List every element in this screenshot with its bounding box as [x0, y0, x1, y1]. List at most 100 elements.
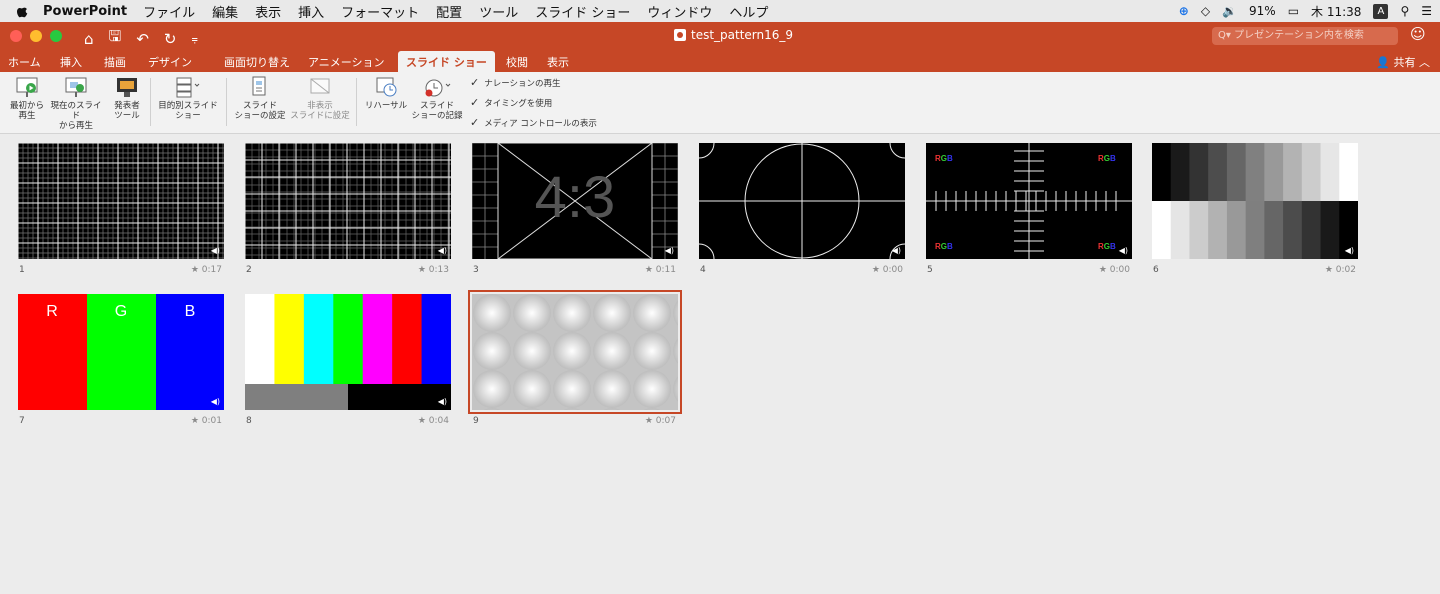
from-current-label-2: から再生 [58, 121, 93, 131]
pattern-bar [1226, 201, 1247, 259]
play-from-current-icon [65, 77, 87, 97]
slide-time-9: 0:07 [655, 416, 676, 426]
tab-transitions[interactable]: 画面切り替え [224, 54, 290, 70]
ribbon-separator [150, 78, 151, 126]
redo-icon[interactable]: ↻ [164, 30, 177, 48]
menu-format[interactable]: フォーマット [341, 2, 419, 21]
use-timings-checkbox[interactable]: ✓ タイミングを使用 [470, 96, 552, 109]
menu-slideshow[interactable]: スライド ショー [535, 2, 630, 21]
tab-design[interactable]: デザイン [148, 54, 192, 70]
pattern-bar [1264, 201, 1284, 259]
slide-thumbnail-3[interactable]: 4:3 ◀) [472, 143, 678, 259]
slide-time-6: 0:02 [1335, 265, 1356, 275]
play-from-start-button[interactable]: 最初から 再生 [8, 76, 46, 121]
share-button[interactable]: 👤 共有 ︿ [1376, 54, 1430, 70]
custom-label-1: 目的別スライド [158, 101, 218, 111]
slide-number-7: 7 [19, 416, 25, 426]
pattern-bar [1208, 201, 1228, 259]
close-window-button[interactable] [10, 30, 22, 42]
from-start-label-1: 最初から [9, 101, 44, 111]
clock[interactable]: 木 11:38 [1311, 3, 1361, 20]
show-media-controls-checkbox[interactable]: ✓ メディア コントロールの表示 [470, 116, 597, 129]
audio-speaker-icon: ◀) [1344, 246, 1354, 255]
pattern-bar [1226, 143, 1247, 201]
slide-thumbnail-5[interactable]: RGB RGB RGB RGB ◀) [926, 143, 1132, 259]
slide-timing-2: ★ 0:13 [417, 265, 449, 275]
slide-thumbnail-6[interactable]: ◀) [1152, 143, 1358, 259]
play-narrations-checkbox[interactable]: ✓ ナレーションの再生 [470, 76, 561, 89]
notification-center-icon[interactable]: ☰ [1421, 4, 1432, 18]
slide-thumbnail-2[interactable]: ◀) [245, 143, 451, 259]
slide-thumbnail-8[interactable]: ◀) [245, 294, 451, 410]
pattern-bar [1320, 143, 1340, 201]
rgb-label-top-left: RGB [935, 154, 953, 163]
tab-review[interactable]: 校閲 [506, 54, 528, 70]
menu-powerpoint[interactable]: PowerPoint [43, 4, 127, 19]
pattern-bar [303, 294, 334, 384]
custom-slideshow-button[interactable]: 目的別スライド ショー [156, 76, 220, 121]
apple-icon[interactable] [17, 4, 29, 18]
rehearse-timings-button[interactable]: リハーサル [364, 76, 408, 111]
minimize-window-button[interactable] [30, 30, 42, 42]
pattern-bar [1339, 143, 1358, 201]
setup-label-2: ショーの設定 [234, 111, 286, 121]
volume-icon[interactable]: 🔉 [1222, 4, 1237, 18]
menu-edit[interactable]: 編集 [212, 2, 238, 21]
search-input[interactable]: Q▾ プレゼンテーション内を検索 [1212, 27, 1398, 45]
app-status-icon[interactable]: ⊕ [1179, 4, 1189, 18]
slide-time-8: 0:04 [428, 416, 449, 426]
save-icon[interactable]: 🖫 [109, 26, 122, 51]
wifi-icon[interactable]: ◇ [1201, 4, 1210, 18]
pattern-bar [1320, 201, 1340, 259]
feedback-smiley-icon[interactable]: ☺ [1410, 25, 1426, 43]
slide-number-4: 4 [700, 265, 706, 275]
resolution-ruler-pattern: RGB RGB RGB RGB [926, 143, 1132, 259]
from-start-label-2: 再生 [18, 111, 36, 121]
rehearse-label: リハーサル [364, 101, 408, 111]
hide-slide-button[interactable]: 非表示 スライドに設定 [290, 76, 350, 121]
menu-insert[interactable]: 挿入 [298, 2, 324, 21]
presenter-tools-button[interactable]: 発表者 ツール [110, 76, 144, 121]
audio-speaker-icon: ◀) [437, 397, 447, 406]
document-title: test_pattern16_9 [674, 28, 793, 42]
menu-tools[interactable]: ツール [479, 2, 518, 21]
battery-percent[interactable]: 91% [1249, 4, 1276, 18]
menu-arrange[interactable]: 配置 [436, 2, 462, 21]
menu-window[interactable]: ウィンドウ [647, 2, 712, 21]
collapse-ribbon-icon[interactable]: ︿ [1419, 56, 1430, 69]
grayscale-steps-pattern [1152, 143, 1358, 259]
play-narrations-label: ナレーションの再生 [484, 79, 561, 89]
pattern-bar [333, 294, 364, 384]
undo-icon[interactable]: ↶ [136, 30, 149, 48]
spotlight-search-icon[interactable]: ⚲ [1400, 4, 1409, 18]
setup-slideshow-icon [252, 76, 266, 96]
audio-speaker-icon: ◀) [891, 246, 901, 255]
slide-thumbnail-9[interactable] [468, 290, 682, 414]
slide-thumbnail-7[interactable]: R G B ◀) [18, 294, 224, 410]
play-from-current-button[interactable]: 現在のスライド から再生 [48, 76, 104, 131]
tab-draw[interactable]: 描画 [104, 54, 126, 70]
menu-help[interactable]: ヘルプ [729, 2, 768, 21]
zoom-window-button[interactable] [50, 30, 62, 42]
tab-insert[interactable]: 挿入 [60, 54, 82, 70]
search-placeholder: プレゼンテーション内を検索 [1234, 30, 1364, 41]
slide-thumbnail-1[interactable]: ◀) [18, 143, 224, 259]
tab-slideshow[interactable]: スライド ショー [398, 51, 495, 72]
tab-home[interactable]: ホーム [8, 54, 41, 70]
menu-view[interactable]: 表示 [255, 2, 281, 21]
battery-icon[interactable]: ▭ [1288, 4, 1299, 18]
customize-toolbar-icon[interactable]: ⩦ [191, 32, 197, 46]
pattern-bar [1208, 143, 1228, 201]
menu-file[interactable]: ファイル [143, 2, 195, 21]
tab-animations[interactable]: アニメーション [308, 54, 385, 70]
record-slideshow-icon [425, 79, 451, 97]
window-controls [10, 30, 62, 42]
slide-thumbnail-4[interactable]: ◀) [699, 143, 905, 259]
record-slideshow-button[interactable]: スライド ショーの記録 [408, 76, 466, 121]
home-icon[interactable]: ⌂ [84, 30, 94, 48]
slide-number-1: 1 [19, 265, 25, 275]
pattern-bar [1152, 201, 1172, 259]
input-mode-indicator[interactable]: A [1373, 3, 1389, 19]
setup-slideshow-button[interactable]: スライド ショーの設定 [232, 76, 288, 121]
tab-view[interactable]: 表示 [547, 54, 569, 70]
